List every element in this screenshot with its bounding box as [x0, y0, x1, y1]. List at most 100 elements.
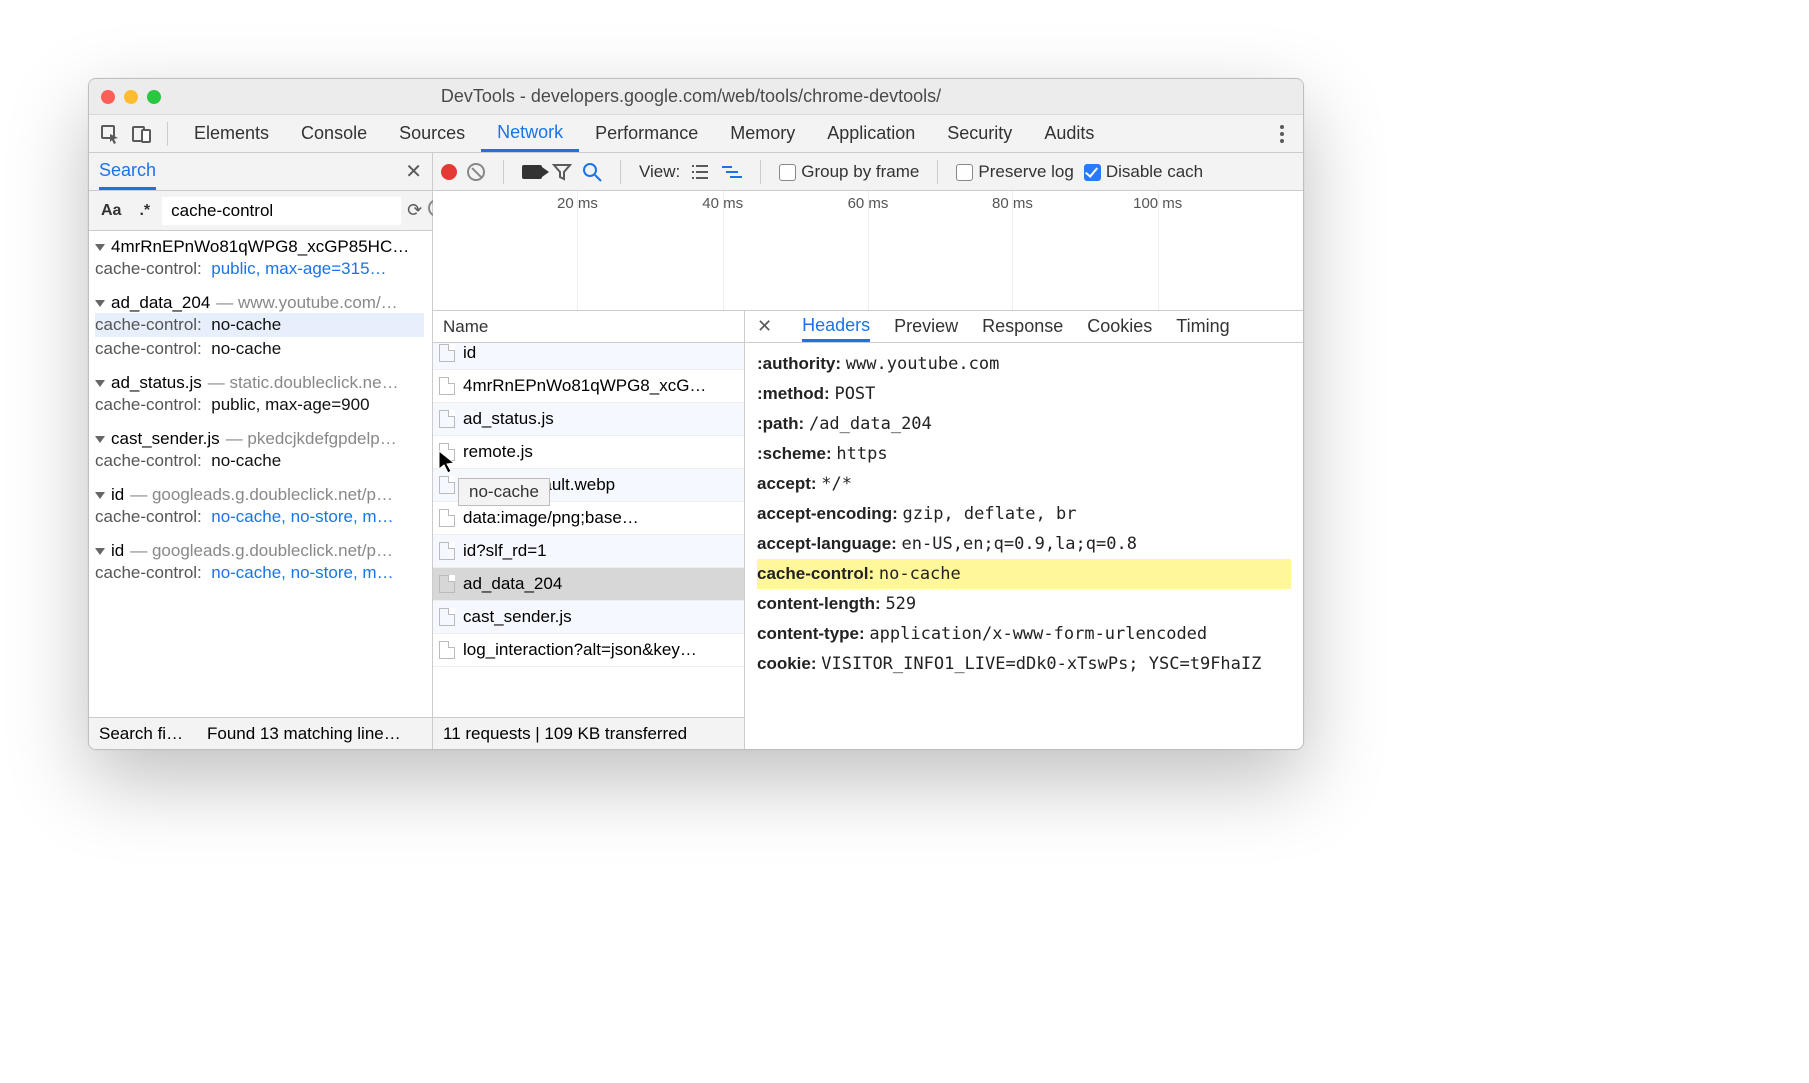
search-result-group[interactable]: ad_status.js — static.doubleclick.ne…cac…	[89, 367, 432, 423]
file-icon	[439, 410, 455, 428]
file-icon	[439, 443, 455, 461]
file-icon	[439, 377, 455, 395]
result-file: id	[111, 485, 124, 505]
waterfall-view-icon[interactable]	[720, 164, 742, 180]
chevron-down-icon	[95, 244, 105, 251]
tab-console[interactable]: Console	[285, 115, 383, 152]
close-icon[interactable]: ✕	[405, 159, 422, 184]
header-row: accept-encoding: gzip, deflate, br	[757, 499, 1291, 529]
search-header: Search ✕	[89, 153, 432, 191]
search-result-group[interactable]: id — googleads.g.doubleclick.net/p…cache…	[89, 535, 432, 591]
request-list-header[interactable]: Name	[433, 311, 744, 343]
details-tabs: ✕ Headers Preview Response Cookies Timing	[745, 311, 1303, 343]
capture-screenshots-icon[interactable]	[522, 165, 542, 179]
result-file: cast_sender.js	[111, 429, 220, 449]
details-tab-headers[interactable]: Headers	[802, 311, 870, 342]
tab-audits[interactable]: Audits	[1028, 115, 1110, 152]
result-host: — pkedcjkdefgpdelp…	[226, 429, 397, 449]
network-toolbar: View: Group by frame Preserve log Disabl…	[433, 153, 1303, 191]
record-button[interactable]	[441, 164, 457, 180]
result-file: id	[111, 541, 124, 561]
tick-label: 80 ms	[992, 195, 1033, 212]
panel-tabs: ElementsConsoleSourcesNetworkPerformance…	[178, 115, 1110, 152]
timeline-ruler[interactable]: 20 ms 40 ms 60 ms 80 ms 100 ms	[433, 191, 1303, 311]
search-input-row: Aa .* ⟳	[89, 191, 432, 231]
request-name: log_interaction?alt=json&key…	[463, 640, 697, 660]
request-row[interactable]: ad_data_204	[433, 568, 744, 601]
list-view-icon[interactable]	[690, 164, 710, 180]
refresh-icon[interactable]: ⟳	[407, 200, 422, 221]
search-result-line[interactable]: cache-control: no-cache	[95, 449, 424, 473]
search-result-line[interactable]: cache-control: public, max-age=315…	[95, 257, 424, 281]
search-icon[interactable]	[582, 162, 602, 182]
tick-label: 100 ms	[1133, 195, 1182, 212]
search-result-group[interactable]: id — googleads.g.doubleclick.net/p…cache…	[89, 479, 432, 535]
search-result-group[interactable]: ad_data_204 — www.youtube.com/…cache-con…	[89, 287, 432, 367]
search-status: Search fi… Found 13 matching line…	[89, 717, 432, 749]
search-result-line[interactable]: cache-control: no-cache, no-store, m…	[95, 561, 424, 585]
details-tab-cookies[interactable]: Cookies	[1087, 311, 1152, 342]
tab-application[interactable]: Application	[811, 115, 931, 152]
search-input[interactable]	[162, 197, 401, 225]
result-host: — www.youtube.com/…	[216, 293, 397, 313]
view-label: View:	[639, 162, 680, 182]
search-tab[interactable]: Search	[99, 153, 156, 190]
tab-network[interactable]: Network	[481, 115, 579, 152]
request-name: 4mrRnEPnWo81qWPG8_xcG…	[463, 376, 706, 396]
chevron-down-icon	[95, 548, 105, 555]
header-row: :path: /ad_data_204	[757, 409, 1291, 439]
request-row[interactable]: log_interaction?alt=json&key…	[433, 634, 744, 667]
search-result-line[interactable]: cache-control: no-cache	[95, 337, 424, 361]
more-menu-icon[interactable]	[1267, 119, 1297, 149]
search-results: 4mrRnEPnWo81qWPG8_xcGP85HC… cache-contro…	[89, 231, 432, 717]
search-result-line[interactable]: cache-control: no-cache, no-store, m…	[95, 505, 424, 529]
regex-toggle[interactable]: .*	[133, 198, 156, 224]
request-row[interactable]: ad_status.js	[433, 403, 744, 436]
group-by-frame-checkbox[interactable]: Group by frame	[779, 162, 919, 182]
tick-label: 40 ms	[702, 195, 743, 212]
tab-sources[interactable]: Sources	[383, 115, 481, 152]
details-tab-preview[interactable]: Preview	[894, 311, 958, 342]
request-row[interactable]: id	[433, 343, 744, 370]
tab-elements[interactable]: Elements	[178, 115, 285, 152]
details-tab-response[interactable]: Response	[982, 311, 1063, 342]
device-toolbar-icon[interactable]	[127, 119, 157, 149]
request-name: id?slf_rd=1	[463, 541, 547, 561]
request-row[interactable]: cast_sender.js	[433, 601, 744, 634]
tab-security[interactable]: Security	[931, 115, 1028, 152]
match-case-toggle[interactable]: Aa	[95, 198, 127, 224]
clear-button[interactable]	[467, 163, 485, 181]
tab-memory[interactable]: Memory	[714, 115, 811, 152]
separator	[503, 160, 504, 184]
preserve-log-label: Preserve log	[978, 162, 1073, 181]
request-row[interactable]: data:image/png;base…	[433, 502, 744, 535]
request-row[interactable]: id?slf_rd=1	[433, 535, 744, 568]
details-tab-timing[interactable]: Timing	[1176, 311, 1229, 342]
search-result-group[interactable]: cast_sender.js — pkedcjkdefgpdelp…cache-…	[89, 423, 432, 479]
tooltip: no-cache	[458, 478, 550, 506]
request-name: ad_data_204	[463, 574, 562, 594]
chevron-down-icon	[95, 492, 105, 499]
separator	[167, 122, 168, 146]
result-host: — googleads.g.doubleclick.net/p…	[130, 485, 393, 505]
search-result-line[interactable]: cache-control: public, max-age=900	[95, 393, 424, 417]
disable-cache-checkbox[interactable]: Disable cach	[1084, 162, 1203, 182]
request-name: remote.js	[463, 442, 533, 462]
titlebar: DevTools - developers.google.com/web/too…	[89, 79, 1303, 115]
result-file: ad_status.js	[111, 373, 202, 393]
search-result-group[interactable]: 4mrRnEPnWo81qWPG8_xcGP85HC… cache-contro…	[89, 231, 432, 287]
tick-label: 20 ms	[557, 195, 598, 212]
header-row: content-length: 529	[757, 589, 1291, 619]
close-icon[interactable]: ✕	[757, 316, 772, 337]
preserve-log-checkbox[interactable]: Preserve log	[956, 162, 1073, 182]
request-row[interactable]: remote.js	[433, 436, 744, 469]
request-row[interactable]: 4mrRnEPnWo81qWPG8_xcG…	[433, 370, 744, 403]
file-icon	[439, 344, 455, 362]
tick-label: 60 ms	[848, 195, 889, 212]
filter-icon[interactable]	[552, 163, 572, 181]
search-result-line[interactable]: cache-control: no-cache	[95, 313, 424, 337]
request-name: id	[463, 343, 476, 363]
select-element-icon[interactable]	[95, 119, 125, 149]
tab-performance[interactable]: Performance	[579, 115, 714, 152]
header-row: :scheme: https	[757, 439, 1291, 469]
